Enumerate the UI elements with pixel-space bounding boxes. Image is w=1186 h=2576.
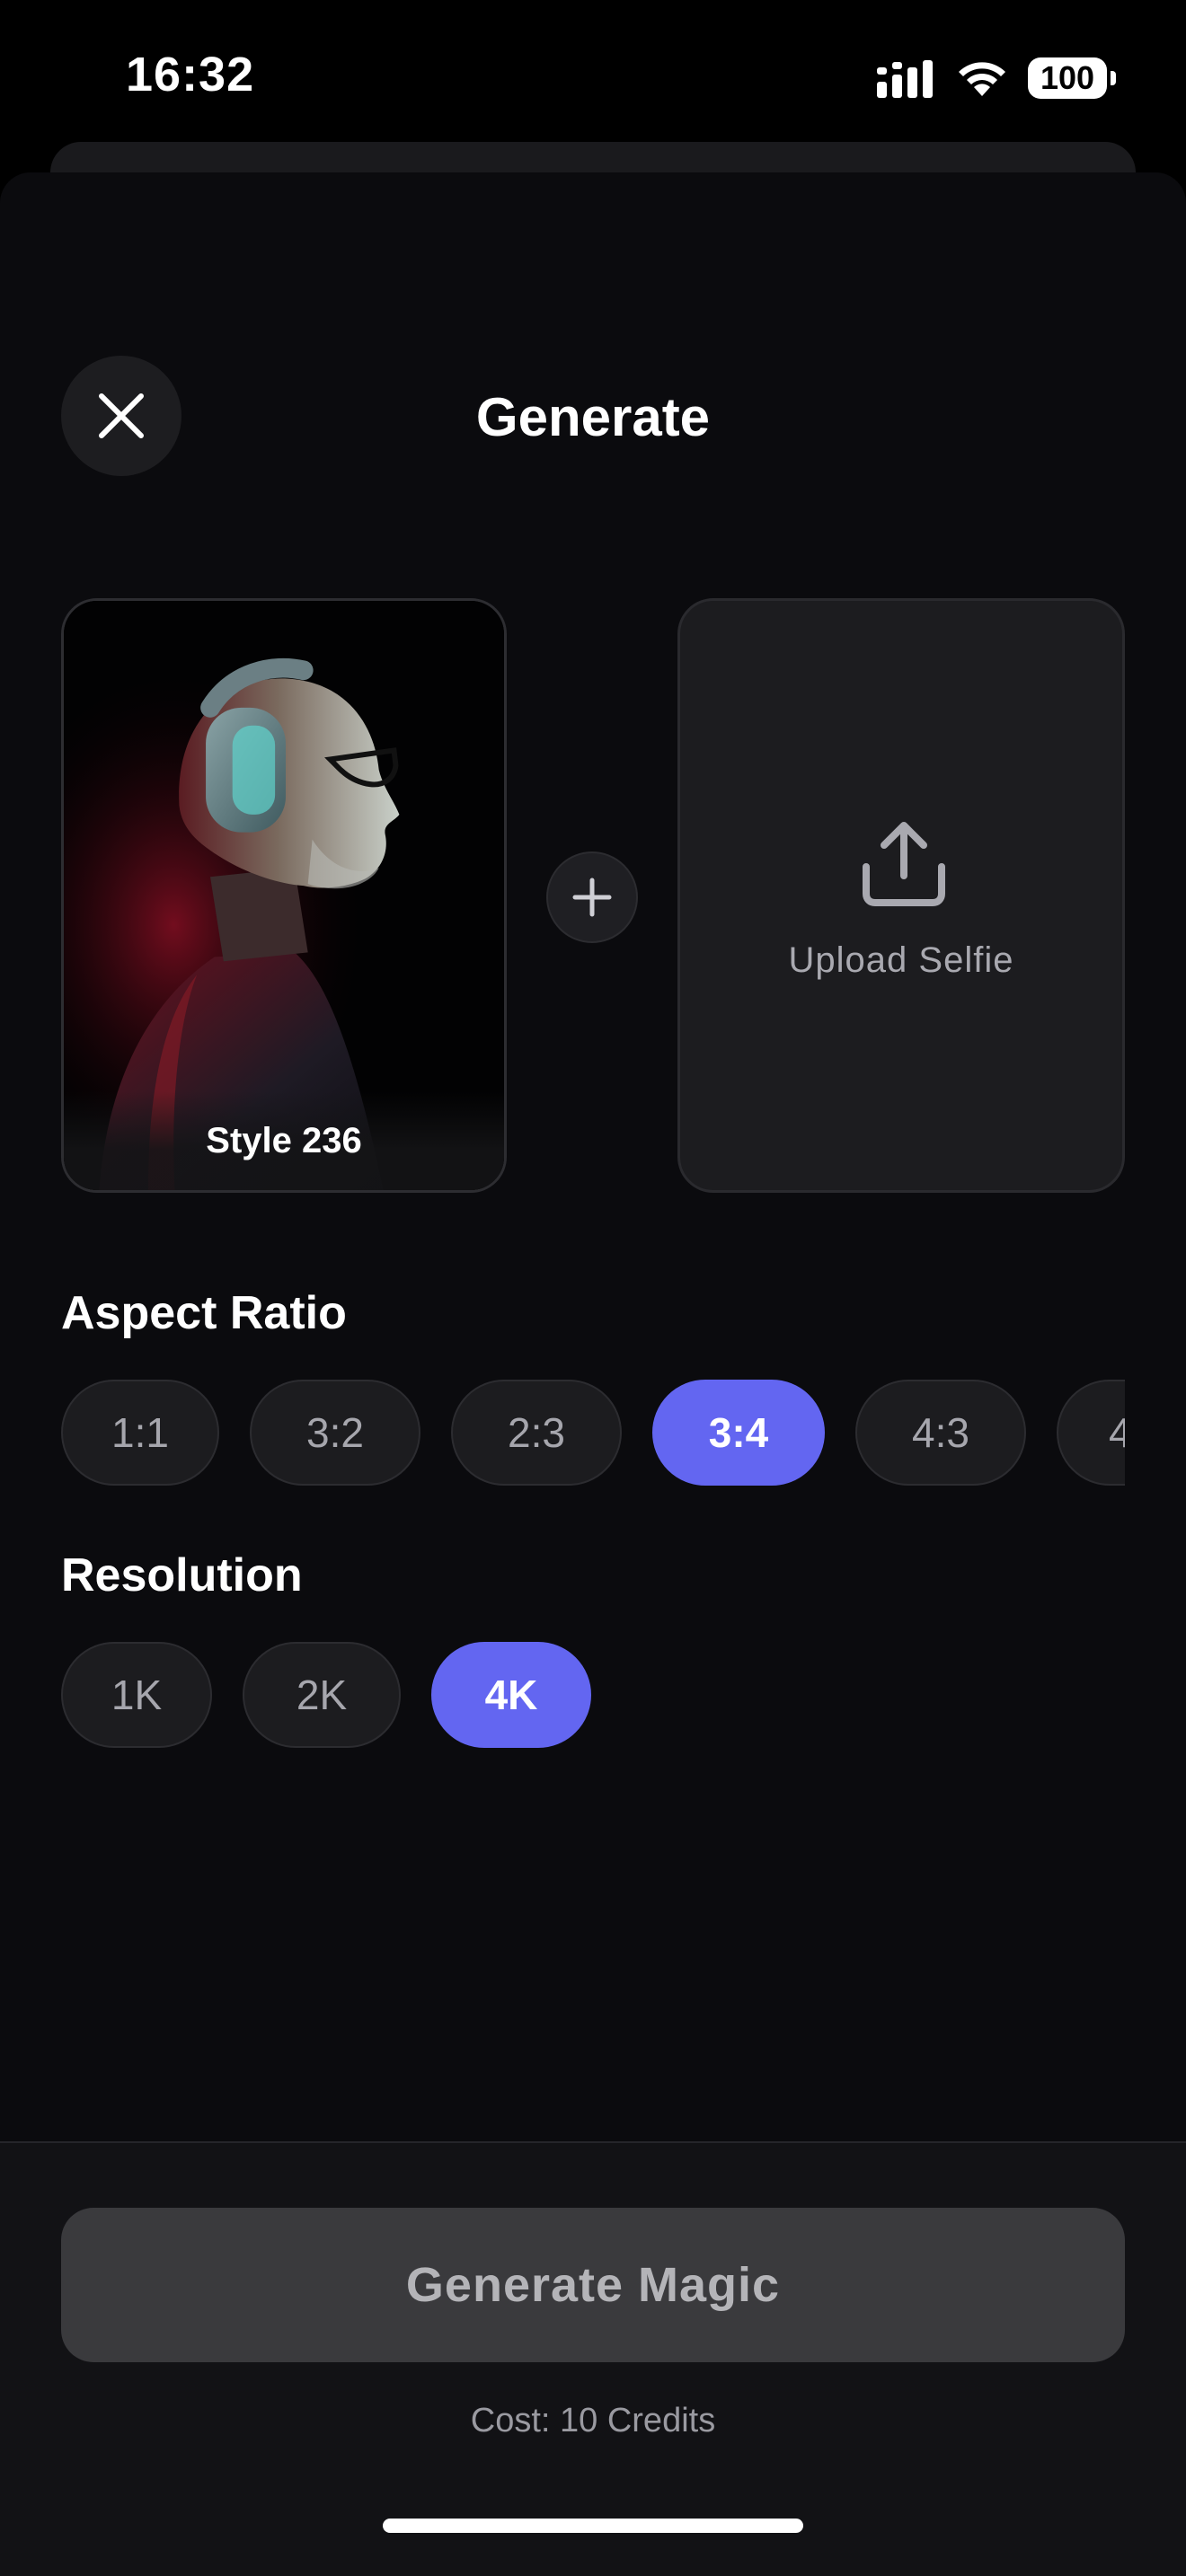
aspect-ratio-title: Aspect Ratio [61,1287,347,1339]
generate-magic-button[interactable]: Generate Magic [61,2208,1125,2362]
battery-indicator: 100 [1028,57,1116,99]
aspect-ratio-option[interactable]: 4:3 [855,1380,1026,1486]
aspect-ratio-options: 1:1 3:2 2:3 3:4 4:3 4 [61,1380,1125,1486]
resolution-title: Resolution [61,1549,303,1601]
upload-selfie-label: Upload Selfie [788,940,1014,980]
aspect-ratio-scroller[interactable]: 1:1 3:2 2:3 3:4 4:3 4 [61,1380,1125,1487]
resolution-option-selected[interactable]: 4K [431,1642,591,1748]
status-icons: 100 [877,54,1116,102]
upload-selfie-card[interactable]: Upload Selfie [677,598,1125,1193]
aspect-ratio-option[interactable]: 1:1 [61,1380,219,1486]
upload-icon [863,822,945,906]
status-bar: 16:32 100 [0,0,1186,153]
battery-tip [1111,71,1116,85]
wifi-icon [959,62,1005,96]
home-indicator [383,2519,803,2533]
aspect-ratio-option[interactable]: 2:3 [451,1380,622,1486]
cellular-signal-icon [877,60,933,98]
aspect-ratio-option[interactable]: 4 [1057,1380,1125,1486]
plus-icon [572,878,612,917]
cost-label: Cost: 10 Credits [470,2402,716,2439]
add-button[interactable] [546,851,638,943]
status-time: 16:32 [126,48,255,101]
resolution-option[interactable]: 1K [61,1642,212,1748]
resolution-option[interactable]: 2K [243,1642,401,1748]
resolution-options: 1K 2K 4K [61,1642,591,1748]
page-title: Generate [475,387,711,447]
battery-level: 100 [1040,59,1095,96]
style-card[interactable]: Style 236 [61,598,507,1193]
aspect-ratio-option-selected[interactable]: 3:4 [652,1380,825,1486]
style-label-bar: Style 236 [64,1091,504,1190]
aspect-ratio-option[interactable]: 3:2 [250,1380,420,1486]
style-label: Style 236 [206,1120,362,1160]
